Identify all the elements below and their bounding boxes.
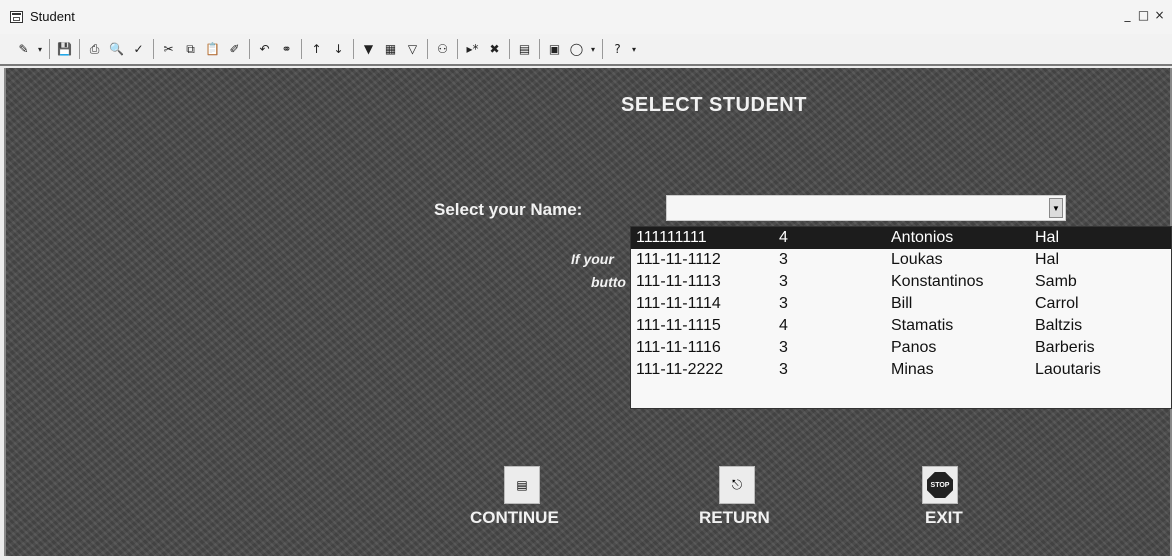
minimize-button[interactable]: _ (1121, 8, 1134, 23)
student-last-name: Hal (1035, 251, 1060, 268)
paste-icon[interactable]: 📋 (203, 39, 222, 59)
new-object-icon[interactable]: ◯ (567, 39, 586, 59)
format-painter-icon[interactable]: ✐ (225, 39, 244, 59)
list-item[interactable]: 111-11-1116 3 Panos Barberis (631, 337, 1171, 359)
chevron-down-icon: ▼ (1052, 203, 1060, 213)
sort-ascending-icon[interactable]: ↑ (307, 39, 326, 59)
close-button[interactable]: × (1153, 8, 1166, 23)
list-item[interactable]: 111111111 4 Antonios Hal (631, 227, 1171, 249)
help-icon[interactable]: ? (608, 39, 627, 59)
student-id: 111-11-1113 (636, 273, 721, 290)
toolbar-separator (301, 39, 302, 59)
student-last-name: Laoutaris (1035, 361, 1101, 378)
toolbar-separator (79, 39, 80, 59)
properties-icon[interactable]: ▤ (515, 39, 534, 59)
title-bar: Student _ □ × (0, 0, 1172, 35)
student-first-name: Panos (891, 339, 937, 356)
window-controls: _ □ × (1121, 8, 1166, 23)
student-number: 3 (779, 361, 788, 378)
filter-by-form-icon[interactable]: ▦ (381, 39, 400, 59)
spelling-icon[interactable]: ✓ (129, 39, 148, 59)
student-dropdown-list: 111111111 4 Antonios Hal 111-11-1112 3 L… (630, 226, 1172, 409)
maximize-button[interactable]: □ (1137, 8, 1150, 23)
cut-icon[interactable]: ✂ (159, 39, 178, 59)
exit-label: EXIT (925, 508, 963, 527)
combo-dropdown-button[interactable]: ▼ (1049, 198, 1063, 218)
hyperlink-icon[interactable]: ⚭ (277, 39, 296, 59)
continue-button[interactable]: ▤ (504, 466, 540, 504)
save-icon[interactable]: 💾 (55, 39, 74, 59)
print-preview-icon[interactable]: 🔍 (107, 39, 126, 59)
find-icon[interactable]: ⚇ (433, 39, 452, 59)
apply-filter-icon[interactable]: ▽ (403, 39, 422, 59)
copy-icon[interactable]: ⧉ (181, 39, 200, 59)
toolbar-separator (249, 39, 250, 59)
student-number: 3 (779, 273, 788, 290)
view-icon[interactable]: ✎ (14, 39, 33, 59)
list-item[interactable]: 111-11-1115 4 Stamatis Baltzis (631, 315, 1171, 337)
student-last-name: Barberis (1035, 339, 1095, 356)
student-last-name: Samb (1035, 273, 1077, 290)
form-icon: ▤ (516, 478, 528, 492)
toolbar-separator (509, 39, 510, 59)
exit-button[interactable]: STOP (922, 466, 958, 504)
form-icon (10, 11, 23, 23)
toolbar-separator (427, 39, 428, 59)
student-first-name: Bill (891, 295, 913, 312)
student-number: 3 (779, 295, 788, 312)
return-label: RETURN (699, 508, 770, 527)
student-number: 4 (779, 317, 788, 334)
continue-label: CONTINUE (470, 508, 559, 527)
student-id: 111-11-2222 (636, 361, 724, 378)
filter-by-selection-icon[interactable]: ▼ (359, 39, 378, 59)
list-item[interactable]: 111-11-1114 3 Bill Carrol (631, 293, 1171, 315)
student-id: 111-11-1116 (636, 339, 721, 356)
student-first-name: Stamatis (891, 317, 954, 334)
student-first-name: Minas (891, 361, 934, 378)
window-title: Student (30, 9, 75, 24)
toolbar-separator (353, 39, 354, 59)
help-dropdown-icon[interactable]: ▾ (630, 39, 638, 59)
student-number: 4 (779, 229, 788, 246)
student-first-name: Antonios (891, 229, 954, 246)
student-id: 111-11-1112 (636, 251, 721, 268)
sort-descending-icon[interactable]: ↓ (329, 39, 348, 59)
select-name-label: Select your Name: (434, 200, 583, 219)
student-last-name: Hal (1035, 229, 1060, 246)
student-last-name: Carrol (1035, 295, 1079, 312)
toolbar-separator (457, 39, 458, 59)
hint-text-line-2: butto (591, 274, 626, 290)
view-dropdown-icon[interactable]: ▾ (36, 39, 44, 59)
database-window-icon[interactable]: ▣ (545, 39, 564, 59)
student-first-name: Konstantinos (891, 273, 984, 290)
student-id: 111-11-1114 (636, 295, 721, 312)
list-item[interactable]: 111-11-1113 3 Konstantinos Samb (631, 271, 1171, 293)
student-id: 111111111 (636, 229, 707, 246)
door-exit-icon: ⎋ (731, 477, 743, 493)
student-first-name: Loukas (891, 251, 943, 268)
toolbar-separator (49, 39, 50, 59)
stop-sign-icon: STOP (927, 472, 953, 498)
new-object-dropdown-icon[interactable]: ▾ (589, 39, 597, 59)
delete-record-icon[interactable]: ✖ (485, 39, 504, 59)
form-title: SELECT STUDENT (621, 94, 807, 116)
toolbar-separator (602, 39, 603, 59)
student-name-combobox[interactable]: ▼ (666, 195, 1066, 221)
toolbar-separator (539, 39, 540, 59)
toolbar: ✎ ▾ 💾 ⎙ 🔍 ✓ ✂ ⧉ 📋 ✐ ↶ ⚭ ↑ ↓ ▼ ▦ ▽ ⚇ ▸* ✖… (0, 34, 1172, 66)
hint-text-line-1: If your (571, 251, 614, 267)
student-id: 111-11-1115 (636, 317, 721, 334)
return-button[interactable]: ⎋ (719, 466, 755, 504)
toolbar-separator (153, 39, 154, 59)
student-number: 3 (779, 251, 788, 268)
print-icon[interactable]: ⎙ (85, 39, 104, 59)
list-item[interactable]: 111-11-1112 3 Loukas Hal (631, 249, 1171, 271)
new-record-icon[interactable]: ▸* (463, 39, 482, 59)
list-item[interactable]: 111-11-2222 3 Minas Laoutaris (631, 359, 1171, 381)
student-last-name: Baltzis (1035, 317, 1083, 334)
undo-icon[interactable]: ↶ (255, 39, 274, 59)
student-number: 3 (779, 339, 788, 356)
